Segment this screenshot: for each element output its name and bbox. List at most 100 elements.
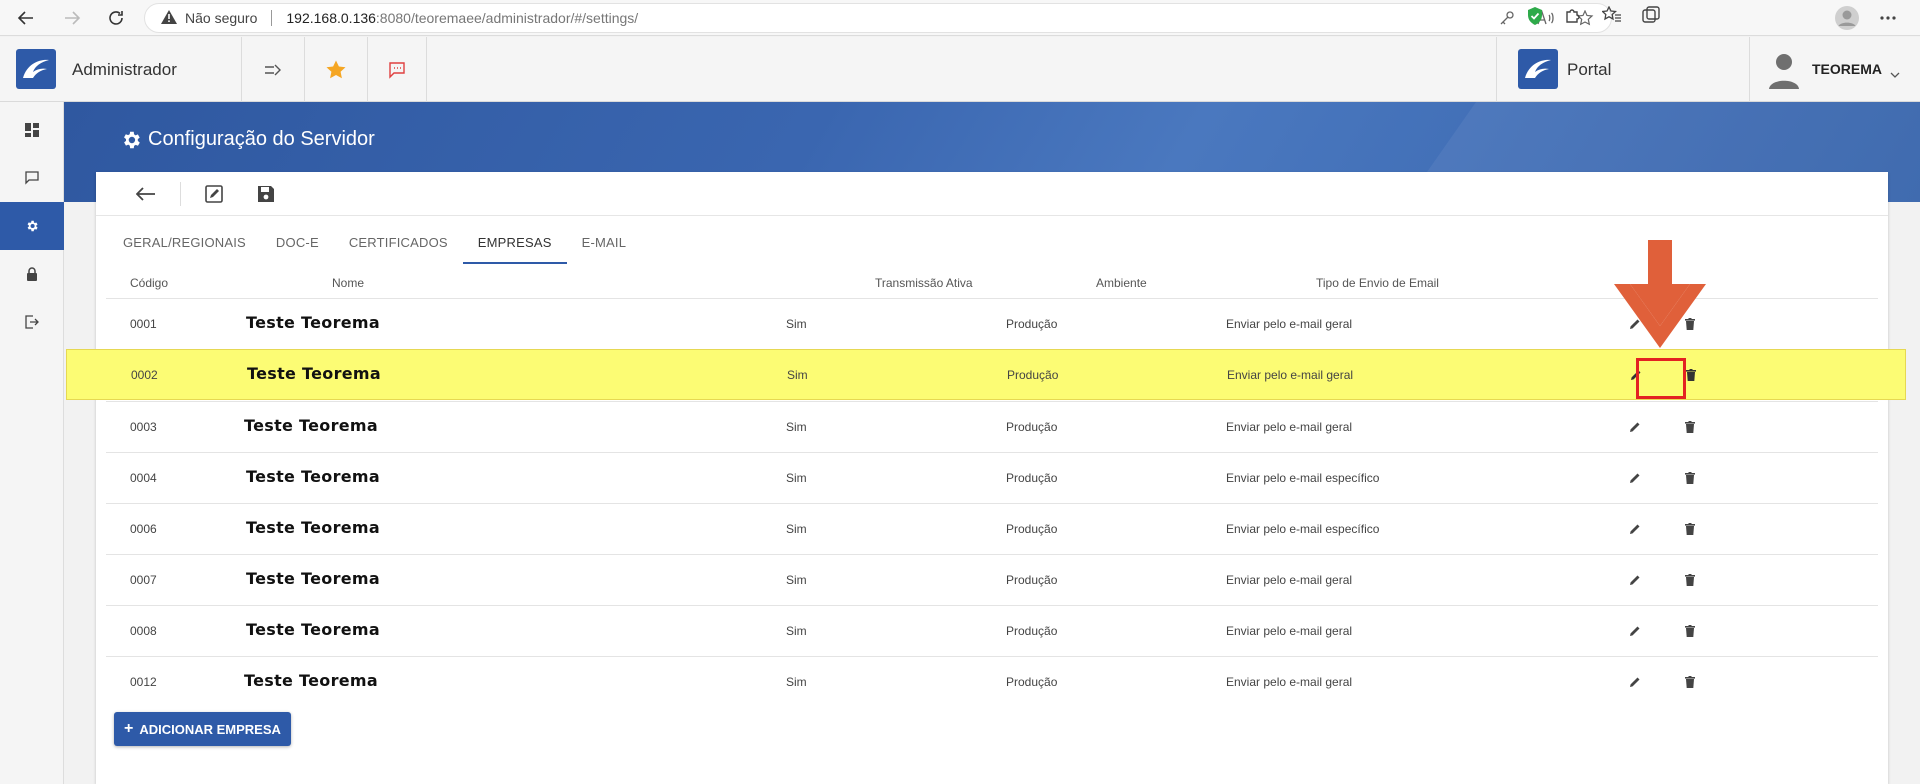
collections-icon[interactable] xyxy=(1642,6,1660,31)
edit-pencil-icon[interactable] xyxy=(1626,520,1644,538)
tab-geral-regionais[interactable]: GERAL/REGIONAIS xyxy=(108,224,261,264)
portal-link[interactable] xyxy=(1496,37,1750,102)
shield-icon[interactable] xyxy=(1526,6,1544,31)
app-logo[interactable] xyxy=(16,49,56,89)
delete-trash-icon[interactable] xyxy=(1681,469,1699,487)
messages-button[interactable] xyxy=(367,37,427,102)
cell-environment: Produção xyxy=(1006,573,1058,587)
cell-email-type: Enviar pelo e-mail geral xyxy=(1226,573,1353,587)
edit-square-icon xyxy=(205,185,223,203)
table-row[interactable]: 0008 Teste Teorema Sim Produção Enviar p… xyxy=(106,605,1878,656)
edit-pencil-icon[interactable] xyxy=(1626,571,1644,589)
cell-name: Teste Teorema xyxy=(246,467,380,486)
cell-transmission: Sim xyxy=(786,522,807,536)
table-row[interactable]: 0007 Teste Teorema Sim Produção Enviar p… xyxy=(106,554,1878,605)
tab-email[interactable]: E-MAIL xyxy=(567,224,642,264)
url-host: 192.168.0.136 xyxy=(286,10,376,26)
sidebar-item-messages[interactable] xyxy=(0,154,64,202)
edit-button[interactable] xyxy=(202,182,226,206)
toggle-menu-button[interactable] xyxy=(241,37,304,102)
app-header: Administrador Portal TEOREMA xyxy=(0,37,1920,102)
cell-name: Teste Teorema xyxy=(246,569,380,588)
column-header-name[interactable]: Nome xyxy=(332,276,364,290)
warning-icon xyxy=(161,9,177,27)
delete-trash-icon[interactable] xyxy=(1681,673,1699,691)
page-title: Configuração do Servidor xyxy=(120,128,375,151)
extension-icons xyxy=(1526,5,1660,31)
back-button[interactable] xyxy=(134,182,158,206)
cell-code: 0003 xyxy=(130,420,157,434)
edit-pencil-icon[interactable] xyxy=(1626,469,1644,487)
back-icon[interactable] xyxy=(14,6,38,30)
delete-trash-icon[interactable] xyxy=(1681,622,1699,640)
cell-environment: Produção xyxy=(1006,317,1058,331)
user-name[interactable]: TEOREMA xyxy=(1812,61,1882,77)
message-icon xyxy=(389,61,405,79)
sidebar-item-dashboard[interactable] xyxy=(0,106,64,154)
cell-code: 0006 xyxy=(130,522,157,536)
edit-pencil-icon[interactable] xyxy=(1626,622,1644,640)
cell-email-type: Enviar pelo e-mail geral xyxy=(1226,420,1353,434)
add-company-button[interactable]: + ADICIONAR EMPRESA xyxy=(114,712,291,746)
delete-trash-icon[interactable] xyxy=(1681,571,1699,589)
cell-environment: Produção xyxy=(1006,522,1058,536)
column-header-environment[interactable]: Ambiente xyxy=(1096,276,1147,290)
cell-environment: Produção xyxy=(1006,420,1058,434)
edit-pencil-icon[interactable] xyxy=(1626,673,1644,691)
extensions-puzzle-icon[interactable] xyxy=(1564,6,1582,31)
cell-transmission: Sim xyxy=(786,317,807,331)
chevron-down-icon[interactable] xyxy=(1890,65,1900,83)
sidebar xyxy=(0,102,64,784)
star-icon xyxy=(326,60,346,78)
column-header-email-type[interactable]: Tipo de Envio de Email xyxy=(1316,276,1439,290)
user-avatar-icon xyxy=(1769,53,1799,89)
table-row[interactable]: 0006 Teste Teorema Sim Produção Enviar p… xyxy=(106,503,1878,554)
edit-pencil-icon[interactable] xyxy=(1626,418,1644,436)
table-row[interactable]: 0004 Teste Teorema Sim Produção Enviar p… xyxy=(106,452,1878,503)
cell-email-type: Enviar pelo e-mail geral xyxy=(1226,624,1353,638)
chat-icon xyxy=(25,171,39,185)
cell-transmission: Sim xyxy=(786,624,807,638)
delete-trash-icon[interactable] xyxy=(1681,418,1699,436)
cell-environment: Produção xyxy=(1006,624,1058,638)
user-menu[interactable] xyxy=(1767,37,1805,102)
sidebar-item-logout[interactable] xyxy=(0,298,64,346)
key-icon[interactable] xyxy=(1499,10,1515,29)
address-bar[interactable]: Não seguro 192.168.0.136:8080/teoremaee/… xyxy=(144,3,1612,33)
url-separator xyxy=(271,10,273,26)
more-options-icon[interactable] xyxy=(1876,6,1900,30)
delete-trash-icon[interactable] xyxy=(1681,520,1699,538)
portal-label: Portal xyxy=(1567,60,1612,79)
tab-empresas[interactable]: EMPRESAS xyxy=(462,224,567,264)
profile-avatar-icon[interactable] xyxy=(1834,5,1860,31)
cell-transmission: Sim xyxy=(786,420,807,434)
sidebar-item-security[interactable] xyxy=(0,250,64,298)
sidebar-item-settings[interactable] xyxy=(0,202,64,250)
cell-code: 0012 xyxy=(130,675,157,689)
cell-code: 0007 xyxy=(130,573,157,587)
table-row[interactable]: 0003 Teste Teorema Sim Produção Enviar p… xyxy=(106,401,1878,452)
url-path: :8080/teoremaee/administrador/#/settings… xyxy=(375,10,639,26)
settings-gear-icon xyxy=(124,131,140,148)
settings-tabs: GERAL/REGIONAIS DOC-E CERTIFICADOS EMPRE… xyxy=(108,224,641,264)
cell-email-type: Enviar pelo e-mail geral xyxy=(1227,368,1354,382)
column-header-code[interactable]: Código xyxy=(130,276,168,290)
favorites-icon[interactable] xyxy=(1600,5,1622,31)
reload-icon[interactable] xyxy=(104,6,128,30)
cell-name: Teste Teorema xyxy=(247,364,381,383)
cell-name: Teste Teorema xyxy=(244,671,378,690)
menu-toggle-icon xyxy=(265,64,281,75)
favorites-button[interactable] xyxy=(304,37,367,102)
tab-certificados[interactable]: CERTIFICADOS xyxy=(334,224,463,264)
security-warning-text: Não seguro xyxy=(185,10,258,26)
column-header-transmission[interactable]: Transmissão Ativa xyxy=(875,276,973,290)
dashboard-icon xyxy=(25,123,39,137)
forward-icon[interactable] xyxy=(60,6,84,30)
cell-email-type: Enviar pelo e-mail específico xyxy=(1226,522,1380,536)
tab-doc-e[interactable]: DOC-E xyxy=(261,224,334,264)
save-button[interactable] xyxy=(254,182,278,206)
cell-environment: Produção xyxy=(1006,471,1058,485)
table-row-highlighted[interactable]: 0002 Teste Teorema Sim Produção Enviar p… xyxy=(66,349,1906,400)
lock-icon xyxy=(27,267,37,281)
table-row[interactable]: 0012 Teste Teorema Sim Produção Enviar p… xyxy=(106,656,1878,707)
